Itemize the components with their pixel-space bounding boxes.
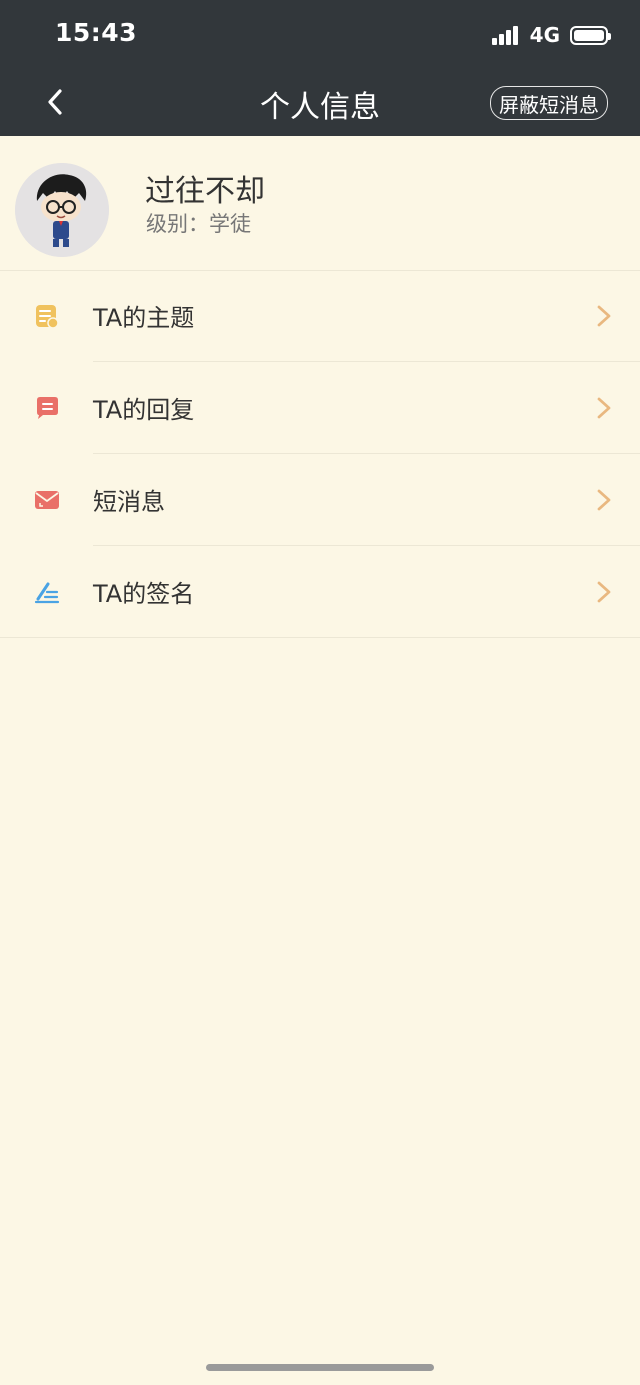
reply-icon: [37, 397, 58, 419]
menu-item-label: 短消息: [93, 488, 165, 516]
user-level: 级别：学徒: [146, 212, 251, 236]
menu-item-label: TA的主题: [93, 304, 195, 332]
divider: [0, 637, 640, 638]
top-bar: 15:43 4G 个人信息 屏蔽短消息: [0, 0, 640, 136]
profile-section: 过往不却 级别：学徒: [0, 136, 640, 271]
signal-icon: [491, 25, 520, 45]
network-type: 4G: [529, 23, 560, 47]
chevron-right-icon: [597, 489, 611, 511]
chevron-right-icon: [597, 305, 611, 327]
signature-icon: [34, 582, 60, 604]
menu-item-messages[interactable]: 短消息: [0, 454, 640, 546]
menu-item-signature[interactable]: TA的签名: [0, 546, 640, 638]
chevron-right-icon: [597, 581, 611, 603]
menu-item-label: TA的回复: [93, 396, 195, 424]
mail-icon: [35, 491, 59, 509]
status-time: 15:43: [55, 18, 138, 47]
battery-icon: [570, 25, 611, 45]
block-messages-button[interactable]: 屏蔽短消息: [490, 86, 608, 120]
profile-menu: TA的主题 TA的回复 短消息 TA的签名: [0, 270, 640, 638]
home-indicator[interactable]: [206, 1364, 434, 1371]
menu-item-label: TA的签名: [93, 580, 195, 608]
avatar-character-icon: [15, 163, 109, 257]
topic-icon: [36, 305, 59, 329]
chevron-right-icon: [597, 397, 611, 419]
avatar[interactable]: [15, 163, 109, 257]
menu-item-replies[interactable]: TA的回复: [0, 362, 640, 454]
status-indicators: 4G: [491, 22, 611, 48]
menu-item-topics[interactable]: TA的主题: [0, 270, 640, 362]
username: 过往不却: [145, 174, 265, 209]
